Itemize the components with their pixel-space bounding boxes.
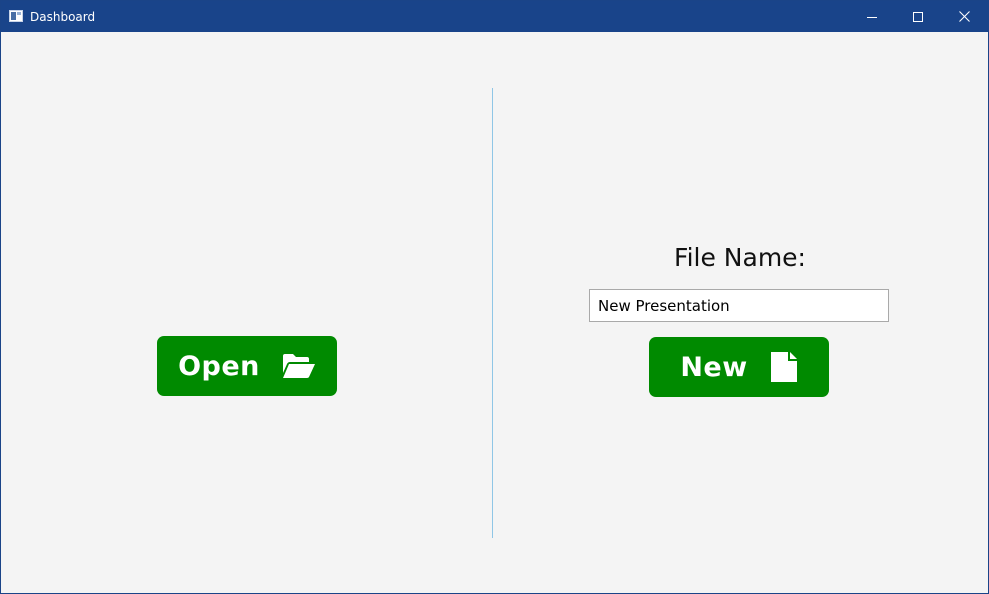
window-title: Dashboard [30,10,96,24]
dashboard-content: Open File Name: New [1,32,988,593]
maximize-button[interactable] [895,1,941,32]
file-icon [770,352,797,382]
open-button-label: Open [178,350,260,382]
new-button[interactable]: New [649,337,829,397]
file-name-label: File Name: [674,243,806,272]
file-name-input[interactable] [589,289,889,322]
close-icon [958,11,970,22]
app-icon [9,10,23,22]
open-button[interactable]: Open [157,336,337,396]
maximize-icon [913,11,923,22]
panel-divider [492,88,493,538]
minimize-button[interactable] [849,1,895,32]
minimize-icon [867,16,877,18]
folder-open-icon [282,354,315,378]
dashboard-window: Dashboard Open File Name: New Presentati… [0,0,989,594]
new-button-label: New [680,351,748,383]
close-button[interactable] [941,1,987,32]
title-bar[interactable]: Dashboard [1,1,988,32]
